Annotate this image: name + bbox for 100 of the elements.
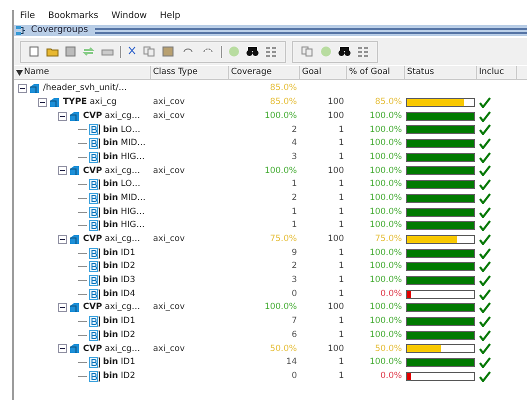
menu-item[interactable]: File — [20, 10, 36, 24]
check-icon[interactable] — [479, 97, 491, 108]
sort-arrow-icon[interactable] — [16, 70, 23, 76]
check-icon[interactable] — [479, 138, 491, 150]
list-icon[interactable] — [357, 46, 369, 57]
check-icon[interactable] — [479, 248, 491, 259]
bin-icon — [89, 220, 100, 232]
collapse-icon[interactable] — [58, 303, 67, 312]
item-name[interactable]: CVP axi_cg… — [83, 164, 140, 178]
percent-of-goal: 50.0% — [374, 342, 402, 356]
coverage-value: 3 — [292, 274, 297, 287]
check-icon[interactable] — [479, 330, 491, 341]
bin-icon — [89, 357, 100, 368]
collapse-icon[interactable] — [58, 166, 67, 176]
folder-icon[interactable] — [46, 46, 59, 57]
goal-value: 1 — [338, 137, 344, 150]
percent-of-goal: 100.0% — [370, 219, 402, 232]
item-name[interactable]: CVP axi_cg… — [83, 301, 140, 314]
check-icon[interactable] — [479, 179, 491, 190]
item-name[interactable]: bin ID2 — [103, 328, 136, 342]
percent-of-goal: 100.0% — [370, 315, 402, 328]
check-icon[interactable] — [479, 370, 491, 382]
item-name[interactable]: CVP axi_cg… — [83, 110, 140, 123]
cube-icon — [49, 97, 60, 108]
column-header[interactable]: Name — [24, 66, 50, 79]
check-icon[interactable] — [479, 261, 491, 272]
save-icon[interactable] — [65, 46, 76, 57]
check-icon[interactable] — [479, 152, 491, 163]
check-icon[interactable] — [479, 316, 491, 328]
check-icon[interactable] — [479, 302, 491, 314]
item-name[interactable]: bin HIG… — [103, 206, 145, 218]
column-header[interactable]: Status — [407, 66, 434, 79]
check-icon[interactable] — [479, 110, 491, 122]
class-type-text: axi_cov — [153, 96, 185, 109]
check-icon[interactable] — [479, 206, 491, 218]
panel-title: Covergroups — [31, 24, 88, 37]
cut-icon[interactable] — [127, 46, 137, 57]
coverage-value: 2 — [292, 192, 297, 205]
column-header[interactable]: % of Goal — [349, 66, 390, 79]
item-name[interactable]: bin ID2 — [103, 260, 136, 274]
collapse-icon[interactable] — [58, 234, 67, 244]
binoculars-icon[interactable] — [338, 46, 351, 57]
collapse-icon[interactable] — [38, 98, 47, 108]
collapse-icon[interactable] — [58, 344, 67, 354]
menu-item[interactable]: Help — [160, 10, 180, 24]
check-icon[interactable] — [479, 124, 491, 136]
collapse-icon[interactable] — [18, 84, 27, 94]
cube-icon — [29, 83, 40, 94]
copy-icon[interactable] — [143, 46, 156, 57]
percent-of-goal: 100.0% — [370, 192, 402, 205]
check-icon[interactable] — [479, 357, 491, 368]
bin-icon — [89, 330, 100, 341]
item-name[interactable]: bin HIG… — [103, 219, 145, 232]
percent-of-goal: 100.0% — [370, 137, 402, 150]
check-icon[interactable] — [479, 192, 491, 204]
goal-value: 1 — [338, 124, 344, 136]
item-name[interactable]: CVP axi_cg… — [83, 233, 140, 246]
item-name[interactable]: bin ID1 — [103, 315, 136, 328]
document-icon[interactable] — [29, 46, 40, 57]
percent-of-goal: 100.0% — [370, 124, 402, 136]
goal-value: 1 — [338, 274, 344, 287]
check-icon[interactable] — [479, 274, 491, 286]
check-icon[interactable] — [479, 165, 491, 176]
goal-value: 1 — [338, 356, 344, 369]
menu-item[interactable]: Window — [111, 10, 147, 24]
check-icon[interactable] — [479, 234, 491, 245]
menu-item[interactable]: Bookmarks — [48, 10, 98, 24]
goal-value: 100 — [328, 342, 344, 356]
binoculars-icon[interactable] — [246, 46, 259, 57]
column-header[interactable]: Incluc — [479, 66, 504, 79]
item-name[interactable]: bin LO… — [103, 124, 140, 136]
item-name[interactable]: bin MID… — [103, 192, 146, 205]
item-name[interactable]: bin ID2 — [103, 370, 136, 383]
paste-icon[interactable] — [162, 46, 175, 57]
item-name[interactable]: bin ID4 — [103, 288, 136, 301]
goal-value: 100 — [328, 164, 344, 178]
column-header[interactable]: Goal — [302, 66, 322, 79]
check-icon[interactable] — [479, 288, 491, 300]
item-name[interactable]: bin HIG… — [103, 150, 145, 164]
goal-value: 100 — [328, 233, 344, 246]
check-icon[interactable] — [479, 220, 491, 232]
item-name[interactable]: bin MID… — [103, 137, 146, 150]
bin-icon — [89, 316, 100, 328]
column-header[interactable]: Class Type — [153, 66, 198, 79]
item-name[interactable]: bin ID1 — [103, 246, 136, 260]
coverage-value: 50.0% — [270, 342, 297, 356]
class-type-text: axi_cov — [153, 164, 185, 178]
goal-value: 1 — [338, 288, 344, 301]
item-name[interactable]: CVP axi_cg… — [83, 342, 140, 356]
copy-icon[interactable] — [301, 46, 314, 57]
item-name[interactable]: /header_svh_unit/… — [43, 82, 127, 96]
item-name[interactable]: bin ID1 — [103, 356, 136, 369]
check-icon[interactable] — [479, 343, 491, 354]
item-name[interactable]: TYPE axi_cg — [63, 96, 117, 109]
item-name[interactable]: bin ID3 — [103, 274, 136, 287]
item-name[interactable]: bin LO… — [103, 178, 140, 192]
coverage-value: 6 — [292, 328, 297, 342]
list-icon[interactable] — [265, 46, 277, 57]
collapse-icon[interactable] — [58, 112, 67, 121]
column-header[interactable]: Coverage — [231, 66, 272, 79]
